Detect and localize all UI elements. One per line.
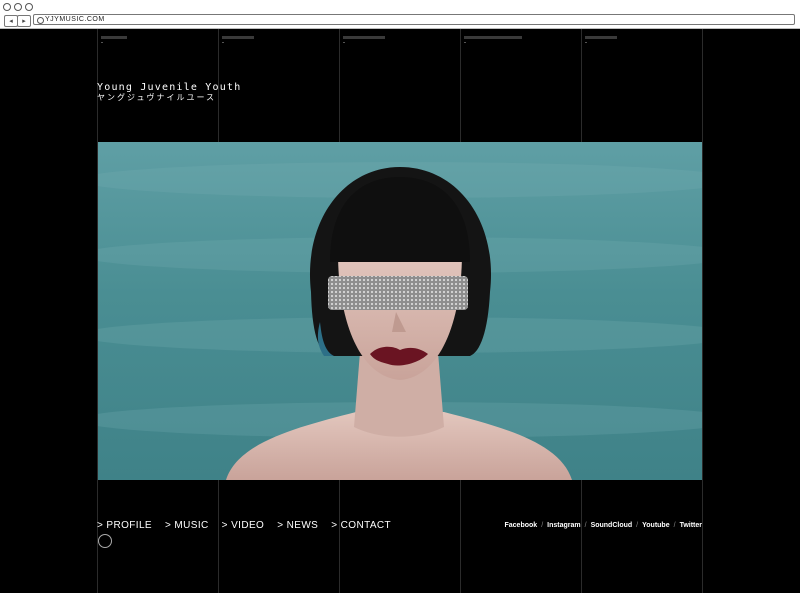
back-button[interactable]: ◂ <box>4 15 18 27</box>
social-soundcloud[interactable]: SoundCloud <box>591 522 633 529</box>
column-label-mark <box>343 36 385 39</box>
social-youtube[interactable]: Youtube <box>642 522 669 529</box>
window-close-icon[interactable] <box>3 3 11 11</box>
social-instagram[interactable]: Instagram <box>547 522 580 529</box>
window-maximize-icon[interactable] <box>25 3 33 11</box>
nav-contact[interactable]: > CONTACT <box>331 520 391 531</box>
window-minimize-icon[interactable] <box>14 3 22 11</box>
chevron-left-icon: ◂ <box>9 17 13 25</box>
site-info-icon <box>37 17 44 24</box>
url-text: YJYMUSIC.COM <box>45 16 105 23</box>
browser-chrome: ◂ ▸ YJYMUSIC.COM <box>0 0 800 29</box>
chevron-right-icon: ▸ <box>22 17 26 25</box>
nav-video[interactable]: > VIDEO <box>222 520 265 531</box>
column-dash <box>101 42 103 43</box>
social-twitter[interactable]: Twitter <box>680 522 702 529</box>
page: Young Juvenile Youth ヤングジュヴナイルユース > PROF… <box>0 29 800 593</box>
portrait-illustration <box>226 167 572 480</box>
column-dash <box>222 42 224 43</box>
column-dash <box>464 42 466 43</box>
forward-button[interactable]: ▸ <box>17 15 31 27</box>
column-label-mark <box>101 36 127 39</box>
nav-music[interactable]: > MUSIC <box>165 520 209 531</box>
logo-japanese: ヤングジュヴナイルユース <box>97 93 217 102</box>
column-label-mark <box>585 36 617 39</box>
separator: / <box>541 522 544 529</box>
column-label-mark <box>464 36 522 39</box>
hero-image <box>98 142 702 480</box>
column-label-mark <box>222 36 254 39</box>
nav-profile[interactable]: > PROFILE <box>97 520 152 531</box>
social-facebook[interactable]: Facebook <box>505 522 538 529</box>
main-nav: > PROFILE > MUSIC > VIDEO > NEWS > CONTA… <box>97 520 391 531</box>
social-links: Facebook / Instagram / SoundCloud / Yout… <box>505 522 703 529</box>
circle-icon[interactable] <box>98 534 112 548</box>
grid-line <box>702 29 703 593</box>
separator: / <box>673 522 676 529</box>
nav-news[interactable]: > NEWS <box>277 520 318 531</box>
column-dash <box>585 42 587 43</box>
window-controls <box>3 3 33 11</box>
address-bar[interactable]: YJYMUSIC.COM <box>33 14 795 25</box>
mesh-visor <box>328 276 468 310</box>
column-dash <box>343 42 345 43</box>
site-logo[interactable]: Young Juvenile Youth ヤングジュヴナイルユース <box>97 82 241 103</box>
separator: / <box>636 522 639 529</box>
logo-english: Young Juvenile Youth <box>97 82 242 93</box>
separator: / <box>584 522 587 529</box>
